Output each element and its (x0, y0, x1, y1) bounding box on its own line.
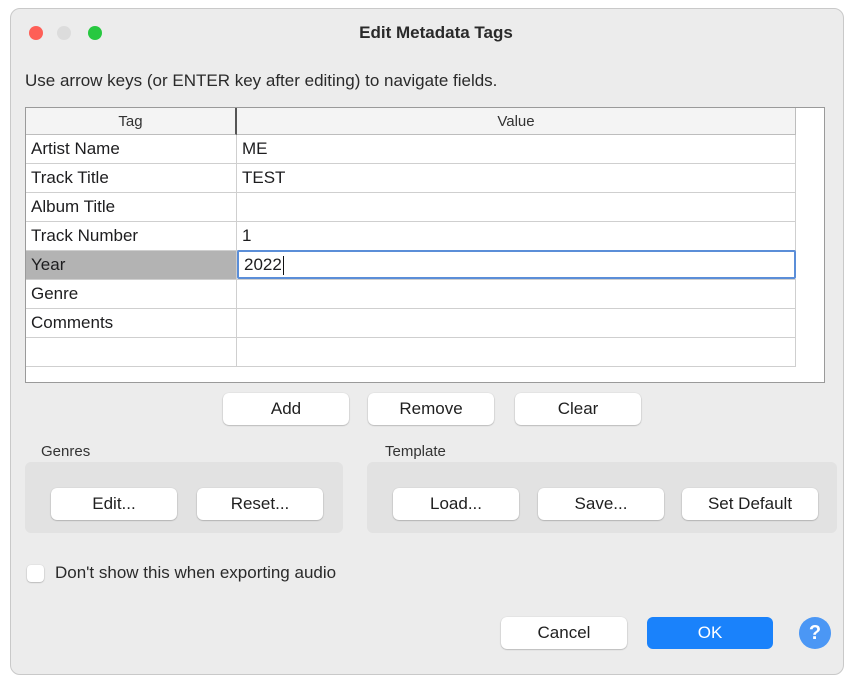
genres-reset-button[interactable]: Reset... (197, 488, 323, 520)
value-edit-text: 2022 (244, 255, 282, 274)
tag-cell[interactable]: Artist Name (26, 135, 237, 163)
metadata-grid[interactable]: Tag Value Artist Name ME Track Title TES… (25, 107, 825, 383)
table-row[interactable]: Genre (26, 280, 796, 309)
value-edit-field[interactable]: 2022 (237, 250, 796, 279)
instructions-text: Use arrow keys (or ENTER key after editi… (25, 71, 498, 90)
dont-show-label[interactable]: Don't show this when exporting audio (55, 563, 336, 583)
template-set-default-button[interactable]: Set Default (682, 488, 818, 520)
column-header-value[interactable]: Value (237, 108, 796, 135)
edit-metadata-dialog: Edit Metadata Tags Use arrow keys (or EN… (10, 8, 844, 675)
clear-button[interactable]: Clear (515, 393, 641, 425)
table-row[interactable]: Track Number 1 (26, 222, 796, 251)
add-button[interactable]: Add (223, 393, 349, 425)
tag-cell-selected[interactable]: Year (26, 251, 237, 279)
cancel-button[interactable]: Cancel (501, 617, 627, 649)
tag-cell[interactable]: Track Title (26, 164, 237, 192)
ok-button[interactable]: OK (647, 617, 773, 649)
table-row-selected[interactable]: Year 2022 (26, 250, 796, 280)
table-row[interactable] (26, 338, 796, 367)
help-icon[interactable]: ? (799, 617, 831, 649)
tag-cell[interactable] (26, 338, 237, 366)
table-row[interactable]: Track Title TEST (26, 164, 796, 193)
genres-edit-button[interactable]: Edit... (51, 488, 177, 520)
value-cell[interactable]: TEST (237, 164, 796, 192)
remove-button[interactable]: Remove (368, 393, 494, 425)
dont-show-checkbox[interactable] (27, 565, 44, 582)
table-row[interactable]: Album Title (26, 193, 796, 222)
column-header-tag[interactable]: Tag (26, 108, 237, 135)
value-cell[interactable] (237, 280, 796, 308)
value-cell[interactable] (237, 193, 796, 221)
value-cell[interactable] (237, 338, 796, 366)
table-row[interactable]: Artist Name ME (26, 135, 796, 164)
table-row[interactable]: Comments (26, 309, 796, 338)
grid-rows: Artist Name ME Track Title TEST Album Ti… (26, 135, 796, 367)
genres-group-label: Genres (41, 443, 91, 460)
value-cell[interactable]: 1 (237, 222, 796, 250)
text-caret (282, 256, 284, 276)
tag-cell[interactable]: Comments (26, 309, 237, 337)
tag-cell[interactable]: Track Number (26, 222, 237, 250)
tag-cell[interactable]: Album Title (26, 193, 237, 221)
dialog-title: Edit Metadata Tags (359, 23, 513, 42)
template-group-label: Template (385, 443, 446, 460)
template-load-button[interactable]: Load... (393, 488, 519, 520)
titlebar: Edit Metadata Tags (11, 9, 843, 57)
tag-cell[interactable]: Genre (26, 280, 237, 308)
template-save-button[interactable]: Save... (538, 488, 664, 520)
value-cell[interactable]: ME (237, 135, 796, 163)
value-cell[interactable] (237, 309, 796, 337)
